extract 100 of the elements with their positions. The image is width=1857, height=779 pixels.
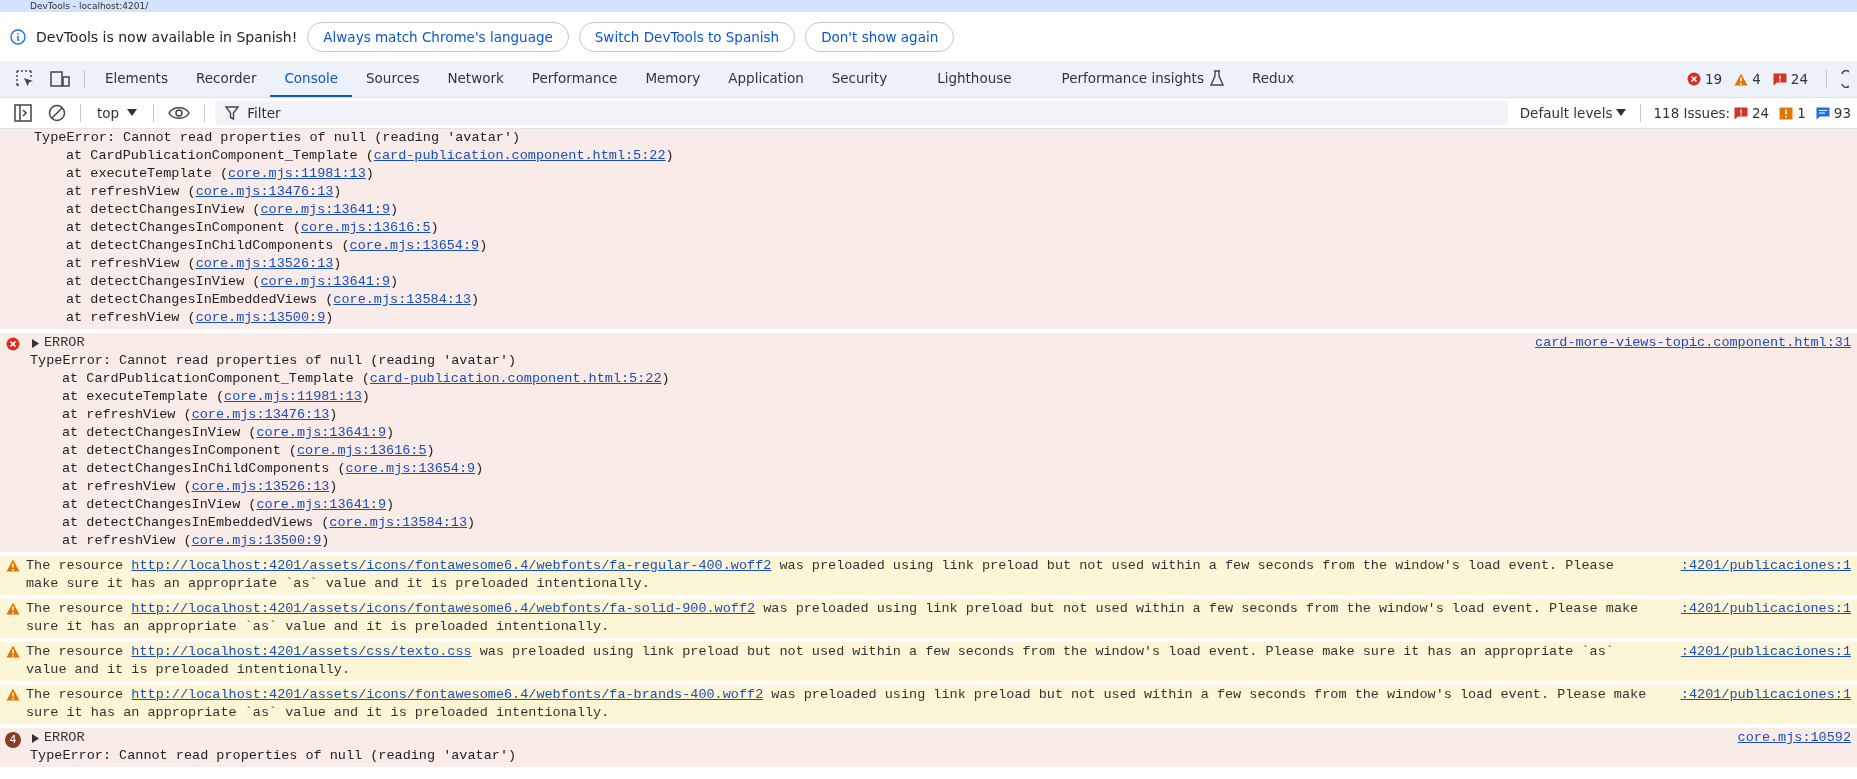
panel-tab[interactable]: Memory	[631, 61, 715, 97]
source-link[interactable]: core.mjs:13641:9	[260, 274, 391, 289]
error-text: TypeError: Cannot read properties of null (reading 'avatar')	[30, 747, 518, 765]
error-icon	[6, 337, 20, 351]
source-link[interactable]: :4201/publicaciones:1	[1680, 558, 1851, 573]
warning-icon	[6, 688, 20, 701]
panel-tab[interactable]: Application	[714, 61, 818, 97]
source-link[interactable]: core.mjs:13654:9	[345, 461, 476, 476]
stack-frame: at detectChangesInView (core.mjs:13641:9)	[26, 424, 1528, 442]
error-label: ERROR	[44, 729, 85, 747]
panel-tab[interactable]: Recorder	[181, 61, 271, 97]
resource-link[interactable]: http://localhost:4201/assets/css/texto.css	[131, 644, 472, 659]
stack-frame: at detectChangesInChildComponents (core.mjs:13654:9)	[26, 460, 1528, 478]
info-message: DevTools is now available in Spanish!	[36, 28, 298, 45]
source-link[interactable]: :4201/publicaciones:1	[1680, 644, 1851, 659]
caret-icon	[1616, 109, 1627, 117]
caret-icon	[127, 109, 138, 117]
source-link[interactable]: :4201/publicaciones:1	[1680, 601, 1851, 616]
stack-frame: at refreshView (core.mjs:13500:9)	[26, 532, 1528, 550]
warning-text: The resource http://localhost:4201/assets/icons/fontawesome6.4/webfonts/fa-regular-400.woff2 was preloaded using link preload but not used within a few seconds from the window's load event. Please make sure it has an appropriate `as` value and it is preloaded intentionally.	[26, 557, 1615, 593]
message-counter[interactable]: 24	[1772, 71, 1808, 87]
error-text: TypeError: Cannot read properties of null (reading 'avatar')	[34, 129, 522, 147]
warning-text: The resource http://localhost:4201/assets/icons/fontawesome6.4/webfonts/fa-solid-900.woff2 was preloaded using link preload but not used within a few seconds from the window's load event. Please make sure it has an appropriate `as` value and it is preloaded intentionally.	[26, 600, 1640, 636]
warning-icon	[1734, 72, 1749, 86]
stack-frame: at detectChangesInComponent (core.mjs:13616:5)	[26, 442, 1528, 460]
source-link[interactable]: card-publication.component.html:5:22	[369, 371, 662, 386]
stack-frame: at detectChangesInView (core.mjs:13641:9)	[26, 496, 1528, 514]
stack-frame: at executeTemplate (core.mjs:11981:13)	[26, 165, 1668, 183]
infobar-button[interactable]: Switch DevTools to Spanish	[578, 21, 796, 52]
panel-tab[interactable]: Performance	[517, 61, 632, 97]
source-link[interactable]: core.mjs:13584:13	[329, 515, 468, 530]
stack-frame: at refreshView (core.mjs:13476:13)	[26, 183, 1668, 201]
source-link[interactable]: core.mjs:13654:9	[349, 238, 480, 253]
message-counter[interactable]: 19	[1687, 71, 1723, 87]
warning-icon	[6, 645, 20, 658]
source-link[interactable]: card-more-views-topic.component.html:31	[1535, 335, 1851, 350]
stack-frame: at CardPublicationComponent_Template (card-publication.component.html:5:22)	[26, 370, 1528, 388]
expand-triangle-icon[interactable]	[32, 338, 40, 348]
panel-tab[interactable]: Network	[433, 61, 518, 97]
stack-frame: at detectChangesInEmbeddedViews (core.mjs:13584:13)	[26, 291, 1668, 309]
warning-icon	[6, 602, 20, 615]
filter-field[interactable]: Filter	[215, 101, 1508, 125]
source-link[interactable]: core.mjs:13641:9	[260, 202, 391, 217]
warning-icon	[1779, 106, 1794, 120]
source-link[interactable]: core.mjs:13616:5	[300, 220, 431, 235]
warning-text: The resource http://localhost:4201/assets/css/texto.css was preloaded using link preload but not used within a few seconds from the window's load event. Please make sure it has an appropriate `as` value and it is preloaded intentionally.	[26, 643, 1615, 679]
resource-link[interactable]: http://localhost:4201/assets/icons/fontawesome6.4/webfonts/fa-solid-900.woff2	[131, 601, 756, 616]
error-icon	[1687, 72, 1702, 86]
stack-frame: at executeTemplate (core.mjs:11981:13)	[26, 388, 1528, 406]
panel-tab[interactable]: Sources	[352, 61, 434, 97]
resource-link[interactable]: http://localhost:4201/assets/icons/fontawesome6.4/webfonts/fa-regular-400.woff2	[131, 558, 772, 573]
stack-frame: at detectChangesInComponent (core.mjs:13616:5)	[26, 219, 1668, 237]
source-link[interactable]: core.mjs:13500:9	[191, 533, 322, 548]
stack-frame: at refreshView (core.mjs:13476:13)	[26, 406, 1528, 424]
inspect-icon[interactable]	[16, 70, 34, 88]
source-link[interactable]: core.mjs:11981:13	[228, 166, 366, 181]
issues-button[interactable]: 118 Issues: 24 1 93	[1647, 105, 1857, 121]
eye-icon[interactable]	[168, 106, 191, 120]
panel-tab[interactable]: Redux	[1237, 61, 1309, 97]
source-link[interactable]: :4201/publicaciones:1	[1680, 687, 1851, 702]
source-link[interactable]: core.mjs:13641:9	[256, 425, 387, 440]
flag-icon	[1734, 106, 1749, 120]
source-link[interactable]: core.mjs:13500:9	[195, 310, 326, 325]
stack-frame: at detectChangesInChildComponents (core.mjs:13654:9)	[26, 237, 1668, 255]
source-link[interactable]: core.mjs:13641:9	[256, 497, 387, 512]
device-toolbar-icon[interactable]	[50, 70, 70, 88]
stack-frame: at detectChangesInView (core.mjs:13641:9)	[26, 201, 1668, 219]
source-link[interactable]: core.mjs:13476:13	[195, 184, 334, 199]
window-title: DevTools - localhost:4201/	[30, 0, 149, 12]
stack-frame: at detectChangesInView (core.mjs:13641:9)	[26, 273, 1668, 291]
infobar-button[interactable]: Always match Chrome's language	[307, 21, 569, 52]
source-link[interactable]: core.mjs:13476:13	[191, 407, 330, 422]
sidebar-icon[interactable]	[14, 104, 32, 122]
source-link[interactable]: core.mjs:13526:13	[195, 256, 334, 271]
resource-link[interactable]: http://localhost:4201/assets/icons/fontawesome6.4/webfonts/fa-brands-400.woff2	[131, 687, 764, 702]
error-label: ERROR	[44, 334, 85, 352]
source-link[interactable]: core.mjs:13526:13	[191, 479, 330, 494]
stack-frame: at CardPublicationComponent_Template (card-publication.component.html:5:22)	[26, 147, 1668, 165]
source-link[interactable]: core.mjs:10592	[1737, 730, 1851, 745]
info-icon	[10, 28, 26, 45]
panel-tab[interactable]: Security	[817, 61, 902, 97]
panel-tab[interactable]: Performance insights	[1047, 61, 1238, 97]
panel-tab[interactable]: Lighthouse	[923, 61, 1026, 97]
source-link[interactable]: core.mjs:13584:13	[333, 292, 472, 307]
source-link[interactable]: core.mjs:11981:13	[224, 389, 362, 404]
clear-console-icon[interactable]	[48, 104, 66, 122]
stack-frame: at refreshView (core.mjs:13526:13)	[26, 478, 1528, 496]
error-text: TypeError: Cannot read properties of null (reading 'avatar')	[30, 352, 518, 370]
panel-tab[interactable]: Elements	[91, 61, 182, 97]
context-dropdown[interactable]: top	[87, 105, 148, 121]
expand-triangle-icon[interactable]	[32, 733, 40, 743]
warning-icon	[6, 559, 20, 572]
comment-icon	[1815, 106, 1830, 120]
message-counter[interactable]: 4	[1734, 71, 1761, 87]
warning-text: The resource http://localhost:4201/assets/icons/fontawesome6.4/webfonts/fa-brands-400.woff2 was preloaded using link preload but not used within a few seconds from the window's load event. Please make sure it has an appropriate `as` value and it is preloaded intentionally.	[26, 686, 1648, 722]
source-link[interactable]: card-publication.component.html:5:22	[373, 148, 666, 163]
flag-icon	[1772, 72, 1787, 86]
source-link[interactable]: core.mjs:13616:5	[296, 443, 427, 458]
levels-dropdown[interactable]: Default levels	[1507, 105, 1635, 121]
infobar-button[interactable]: Don't show again	[805, 21, 955, 52]
